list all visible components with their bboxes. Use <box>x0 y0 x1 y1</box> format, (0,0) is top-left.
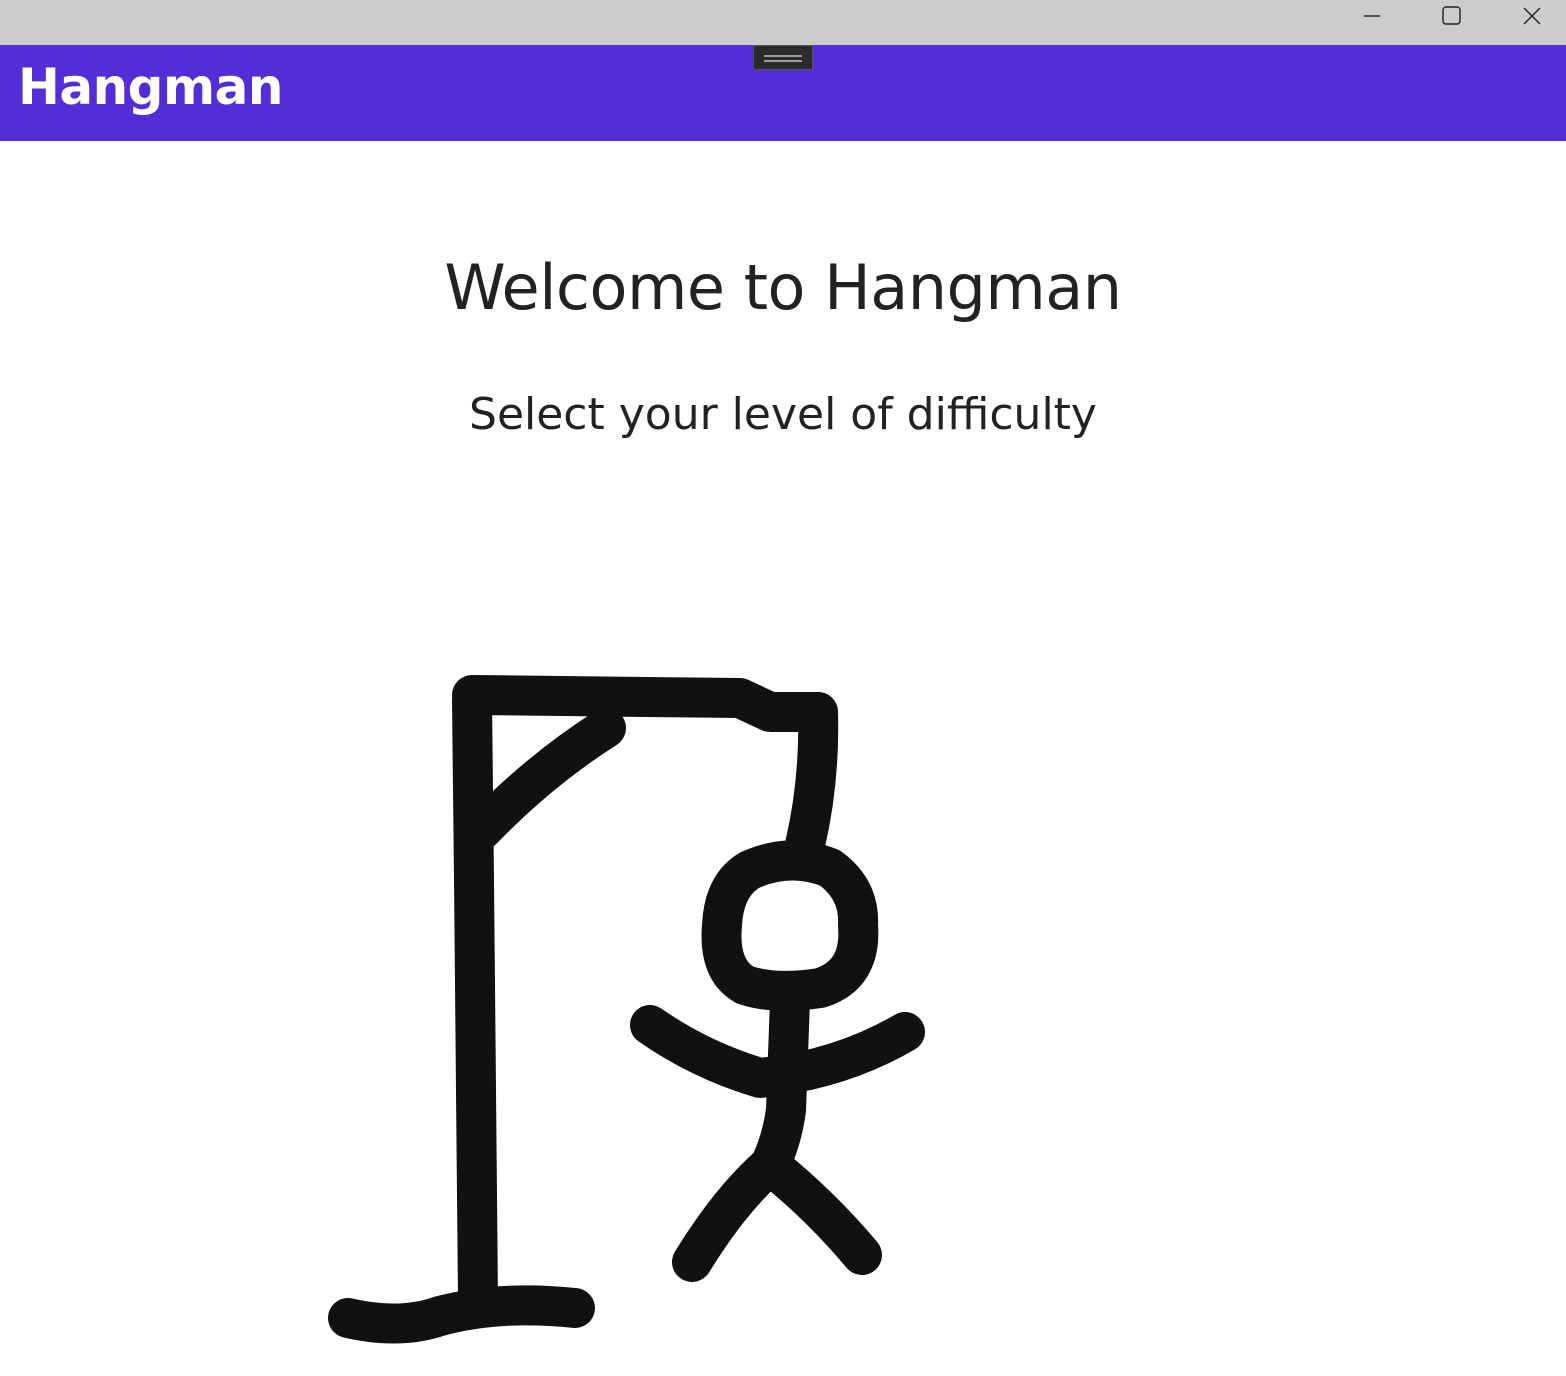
gallows-beam <box>452 675 838 732</box>
rope <box>785 692 839 865</box>
hangman-drawing <box>328 675 925 1344</box>
page-title: Welcome to Hangman <box>444 251 1122 324</box>
app-title: Hangman <box>18 58 283 116</box>
close-icon <box>1523 7 1541 25</box>
gallows-post <box>452 680 498 1320</box>
maximize-icon <box>1442 6 1461 25</box>
close-button[interactable] <box>1492 0 1566 32</box>
maximize-button[interactable] <box>1412 0 1492 32</box>
page-subtitle: Select your level of difficulty <box>469 389 1097 440</box>
minimize-button[interactable] <box>1332 0 1412 32</box>
minimize-icon <box>1364 15 1380 17</box>
window-titlebar[interactable] <box>0 0 1566 45</box>
hangman-leg-right <box>750 1145 882 1275</box>
hangman-head <box>701 840 879 1011</box>
gallows-brace <box>462 708 626 850</box>
drag-handle[interactable] <box>753 45 813 70</box>
